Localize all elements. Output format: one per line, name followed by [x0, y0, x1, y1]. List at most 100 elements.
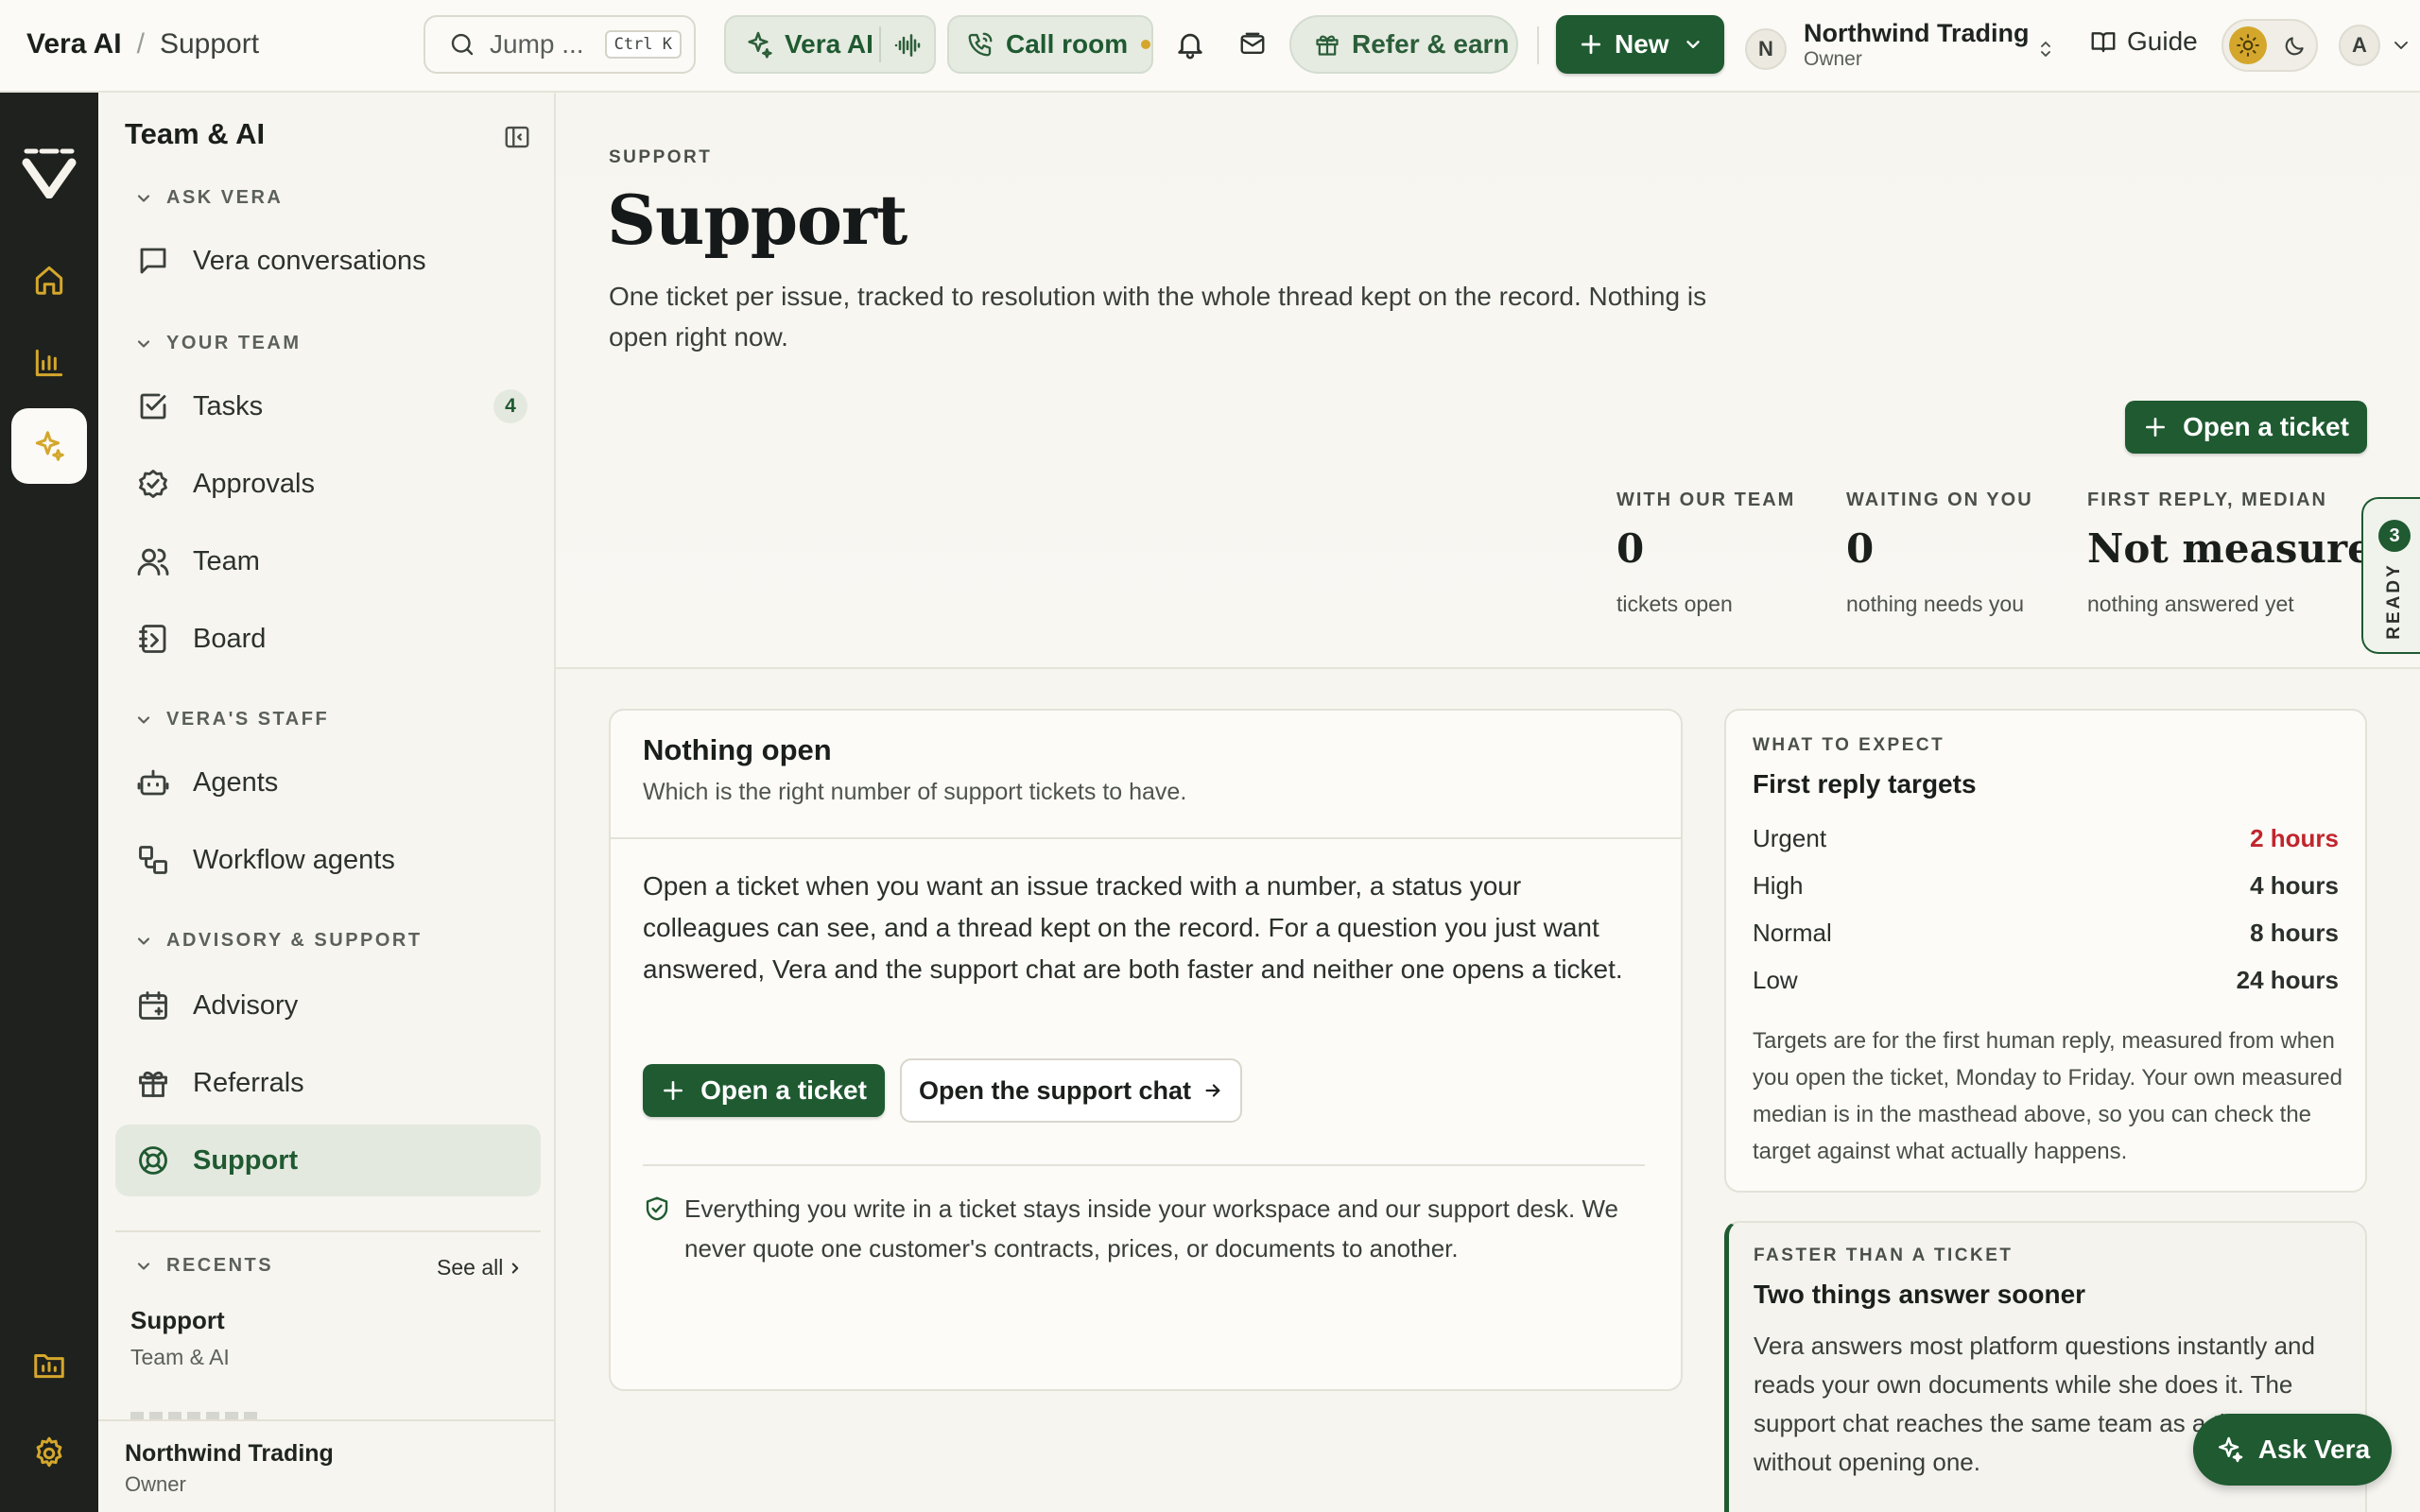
footer-org-name: Northwind Trading — [125, 1440, 334, 1467]
page-description: One ticket per issue, tracked to resolut… — [609, 282, 1707, 352]
moon-icon[interactable] — [2282, 34, 2307, 59]
chevron-down-icon — [1683, 34, 1703, 55]
sidebar-item-label: Referrals — [193, 1067, 304, 1098]
phone-icon — [966, 30, 994, 59]
sidebar-item-approvals[interactable]: Approvals — [115, 448, 541, 520]
sidebar-item-label: Approvals — [193, 468, 315, 499]
folder-icon[interactable] — [11, 1327, 87, 1402]
call-room-label: Call room — [1006, 29, 1129, 59]
sidebar-item-support[interactable]: Support — [115, 1125, 541, 1196]
stat-label: WITH OUR TEAM — [1616, 490, 1796, 510]
sidebar-item-tasks[interactable]: Tasks 4 — [115, 370, 541, 442]
section-label: YOUR TEAM — [166, 333, 302, 353]
sidebar-item-workflow-agents[interactable]: Workflow agents — [115, 824, 541, 896]
chevron-updown-icon — [2034, 38, 2057, 60]
vera-ai-button[interactable]: Vera AI — [785, 29, 873, 60]
call-room-button[interactable]: Call room — [947, 15, 1153, 74]
targets-note: Targets are for the first human reply, m… — [1753, 1028, 2342, 1164]
section-ask-vera[interactable]: ASK VERA — [134, 187, 283, 209]
sidebar-footer[interactable]: Northwind Trading Owner — [98, 1419, 554, 1512]
sparkle-icon[interactable] — [11, 408, 87, 484]
breadcrumb-current: Support — [159, 28, 260, 60]
divider — [1537, 26, 1539, 64]
sidebar: Team & AI ASK VERA Vera conversations YO… — [98, 93, 556, 1512]
chart-icon[interactable] — [11, 325, 87, 401]
open-ticket-button[interactable]: Open a ticket — [2125, 401, 2367, 454]
sidebar-item-board[interactable]: Board — [115, 603, 541, 675]
section-your-team[interactable]: YOUR TEAM — [134, 333, 302, 354]
sidebar-item-label: Tasks — [193, 390, 264, 421]
stat-value: 0 — [1846, 525, 1875, 572]
sidebar-item-advisory[interactable]: Advisory — [115, 970, 541, 1041]
nothing-open-card: Nothing open Which is the right number o… — [609, 709, 1683, 1391]
open-support-chat-button[interactable]: Open the support chat — [900, 1058, 1242, 1123]
target-value: 2 hours — [2250, 824, 2339, 852]
divider — [643, 1164, 1645, 1166]
chat-icon — [136, 244, 170, 278]
bell-icon[interactable] — [1174, 28, 1206, 60]
status-dot — [1141, 40, 1151, 49]
first-reply-targets-card: WHAT TO EXPECT First reply targets Urgen… — [1724, 709, 2367, 1193]
chevron-down-icon[interactable] — [2390, 34, 2412, 57]
recents-see-all-link[interactable]: See all — [437, 1255, 524, 1280]
notebook-icon — [136, 622, 170, 656]
arrow-right-icon — [1202, 1080, 1223, 1101]
target-value: 4 hours — [2250, 871, 2339, 900]
ask-vera-fab[interactable]: Ask Vera — [2193, 1414, 2392, 1486]
stat-value: 0 — [1616, 525, 1645, 572]
org-switcher[interactable]: N Northwind Trading Owner — [1743, 17, 2065, 76]
sun-icon[interactable] — [2229, 26, 2267, 64]
section-advisory-support[interactable]: ADVISORY & SUPPORT — [134, 930, 423, 952]
search-box[interactable]: Jump ... Ctrl K — [424, 15, 696, 74]
recent-item[interactable]: Support Team & AI — [130, 1306, 527, 1382]
recent-item-clipped — [130, 1412, 263, 1419]
stat-label: WAITING ON YOU — [1846, 490, 2033, 510]
sidebar-item-team[interactable]: Team — [115, 525, 541, 597]
breadcrumb: Vera AI / Support — [26, 28, 259, 60]
guide-label: Guide — [2127, 26, 2198, 56]
refer-earn-button[interactable]: Refer & earn — [1289, 15, 1518, 74]
refer-earn-label: Refer & earn — [1352, 29, 1510, 59]
collapse-sidebar-icon[interactable] — [503, 123, 531, 151]
gear-icon[interactable] — [11, 1416, 87, 1491]
section-recents[interactable]: RECENTS — [134, 1255, 273, 1277]
voice-wave-icon[interactable] — [892, 30, 923, 60]
card-title: Two things answer sooner — [1754, 1280, 2086, 1309]
guide-button[interactable]: Guide — [2089, 26, 2198, 57]
ready-count-badge: 3 — [2378, 520, 2411, 552]
home-icon[interactable] — [11, 242, 87, 318]
sidebar-item-agents[interactable]: Agents — [115, 747, 541, 818]
user-avatar[interactable]: A — [2339, 25, 2380, 66]
masthead: SUPPORT Support One ticket per issue, tr… — [556, 93, 2420, 669]
card-title: First reply targets — [1753, 769, 1977, 799]
sparkle-icon — [2215, 1435, 2245, 1465]
section-veras-staff[interactable]: VERA'S STAFF — [134, 709, 329, 730]
badge-check-icon — [136, 467, 170, 501]
vera-logo[interactable] — [21, 146, 78, 198]
priority-label: Urgent — [1753, 824, 1827, 852]
priority-label: High — [1753, 871, 1804, 900]
sidebar-item-referrals[interactable]: Referrals — [115, 1047, 541, 1119]
plus-icon — [2143, 415, 2168, 439]
card-subtitle: Which is the right number of support tic… — [643, 779, 1187, 805]
breadcrumb-separator: / — [136, 28, 145, 60]
new-button[interactable]: New — [1556, 15, 1724, 74]
open-ticket-label: Open a ticket — [700, 1075, 867, 1105]
search-icon — [448, 30, 476, 59]
ready-side-tab[interactable]: 3 READY — [2361, 497, 2420, 654]
section-label: VERA'S STAFF — [166, 709, 330, 730]
footer-org-role: Owner — [125, 1472, 186, 1496]
recent-item-title: Support — [130, 1306, 225, 1334]
open-ticket-button[interactable]: Open a ticket — [643, 1064, 885, 1117]
divider — [879, 26, 881, 62]
inbox-icon[interactable] — [1238, 30, 1267, 59]
theme-toggle[interactable] — [2221, 19, 2318, 72]
sidebar-item-vera-conversations[interactable]: Vera conversations — [115, 225, 541, 297]
stat-sub: nothing answered yet — [2087, 592, 2294, 616]
app-rail — [0, 93, 98, 1512]
breadcrumb-root[interactable]: Vera AI — [26, 28, 122, 60]
gift-icon — [1314, 31, 1340, 58]
support-chat-label: Open the support chat — [918, 1075, 1191, 1105]
top-bar: Vera AI / Support Jump ... Ctrl K Vera A… — [0, 0, 2420, 93]
chevron-right-icon — [507, 1260, 524, 1277]
